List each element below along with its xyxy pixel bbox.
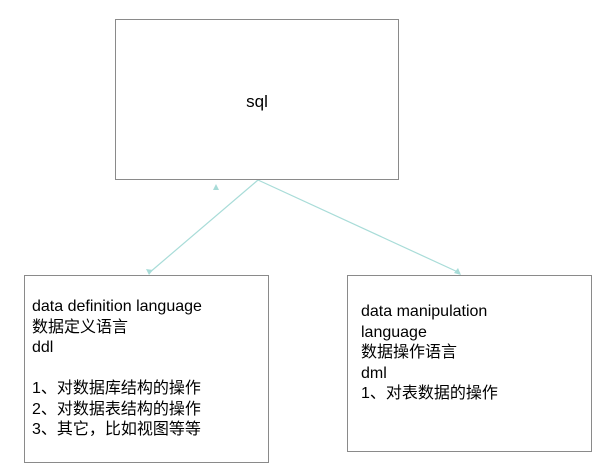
dml-title-en-line1: data manipulation — [361, 303, 488, 320]
ddl-spacer — [32, 359, 202, 380]
sql-node: sql — [115, 19, 399, 180]
connector-sql-to-ddl — [148, 179, 259, 274]
dml-item: 1、对表数据的操作 — [361, 385, 498, 402]
ddl-abbreviation: ddl — [32, 339, 54, 356]
dml-abbreviation: dml — [361, 364, 387, 382]
ddl-title-zh: 数据定义语言 — [32, 318, 129, 336]
ddl-node: data definition language 数据定义语言 ddl 1、对数… — [24, 275, 269, 463]
ddl-item: 3、其它，比如视图等等 — [32, 421, 201, 438]
arrowhead-dml — [454, 268, 461, 275]
ddl-title-en: data definition language — [32, 298, 202, 315]
connector-sql-to-dml — [257, 179, 461, 274]
dml-title-en-line2: language — [361, 323, 427, 341]
dml-title-zh: 数据操作语言 — [361, 344, 458, 361]
ddl-node-content: data definition language 数据定义语言 ddl 1、对数… — [32, 297, 202, 441]
ddl-item: 2、对数据表结构的操作 — [32, 400, 201, 418]
sql-node-label: sql — [246, 92, 268, 111]
dml-node: data manipulation language 数据操作语言 dml 1、… — [347, 275, 592, 452]
arrowhead-unattached — [213, 184, 219, 190]
ddl-item: 1、对数据库结构的操作 — [32, 380, 201, 397]
dml-node-content: data manipulation language 数据操作语言 dml 1、… — [361, 302, 498, 405]
